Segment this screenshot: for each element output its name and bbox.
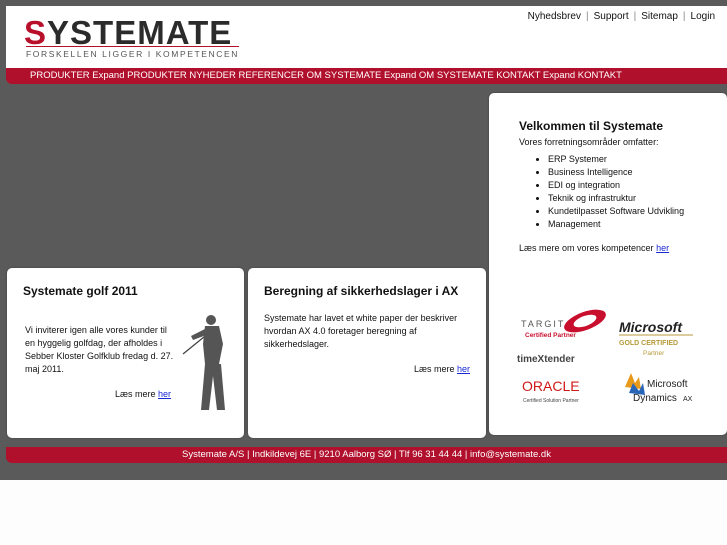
oracle-sub-text: Certified Solution Partner <box>523 398 579 404</box>
welcome-intro: Vores forretningsområder omfatter: <box>519 137 659 147</box>
list-item: Teknik og infrastruktur <box>548 192 684 205</box>
list-item: ERP Systemer <box>548 153 684 166</box>
calc-title: Beregning af sikkerhedslager i AX <box>264 284 459 298</box>
footer-bar: Systemate A/S | Indkildevej 6E | 9210 Aa… <box>6 447 727 463</box>
golf-read-more-link[interactable]: her <box>158 389 171 399</box>
competences-more: Læs mere om vores kompetencer her <box>519 243 669 253</box>
login-link[interactable]: Login <box>691 11 715 22</box>
list-item: Business Intelligence <box>548 166 684 179</box>
safety-stock-panel: Beregning af sikkerhedslager i AX System… <box>248 268 486 438</box>
more-text: Læs mere <box>414 364 458 374</box>
more-text: Læs mere om vores kompetencer <box>519 243 657 253</box>
calc-read-more-link[interactable]: her <box>457 364 470 374</box>
targit-text: TARGIT <box>521 319 565 329</box>
timextender-logo[interactable]: timeXtender <box>517 354 575 365</box>
targit-sub-text: Certified Partner <box>525 332 576 339</box>
oracle-logo[interactable]: ORACLE Certified Solution Partner <box>522 378 580 404</box>
welcome-title: Velkommen til Systemate <box>519 119 664 133</box>
top-links: Nyhedsbrev | Support | Sitemap | Login <box>527 11 715 22</box>
calc-body: Systemate har lavet et white paper der b… <box>264 313 458 349</box>
more-text: Læs mere <box>115 389 159 399</box>
dynamics-ms-text: Microsoft <box>647 379 688 390</box>
calc-more: Læs mere her <box>414 364 470 374</box>
sitemap-link[interactable]: Sitemap <box>641 11 678 22</box>
nav-menu-text[interactable]: PRODUKTER Expand PRODUKTER NYHEDER REFER… <box>30 70 622 81</box>
targit-logo[interactable]: TARGIT Certified Partner <box>521 305 609 339</box>
support-link[interactable]: Support <box>594 11 629 22</box>
header: SYSTEMATE FORSKELLEN LIGGER I KOMPETENCE… <box>6 6 727 68</box>
golf-title: Systemate golf 2011 <box>23 284 138 298</box>
list-item: Kundetilpasset Software Udvikling <box>548 205 684 218</box>
business-areas-list: ERP Systemer Business Intelligence EDI o… <box>532 153 684 231</box>
footer-contact-text: Systemate A/S | Indkildevej 6E | 9210 Aa… <box>182 449 551 460</box>
list-item: Management <box>548 218 684 231</box>
welcome-panel: Velkommen til Systemate Vores forretning… <box>489 93 727 435</box>
logo-tagline: FORSKELLEN LIGGER I KOMPETENCEN <box>26 46 240 59</box>
dynamics-ax-text: AX <box>683 396 693 403</box>
golf-body: Vi inviterer igen alle vores kunder til … <box>25 325 174 374</box>
main-navigation: PRODUKTER Expand PRODUKTER NYHEDER REFER… <box>6 68 727 84</box>
partner-logos-graphic: TARGIT Certified Partner Microsoft GOLD … <box>517 305 693 404</box>
list-item: EDI og integration <box>548 179 684 192</box>
golf-more: Læs mere her <box>115 389 171 399</box>
competences-link[interactable]: her <box>656 243 669 253</box>
newsletter-link[interactable]: Nyhedsbrev <box>528 11 581 22</box>
oracle-text: ORACLE <box>522 378 580 394</box>
golfer-silhouette <box>182 315 225 410</box>
dynamics-text: Dynamics <box>633 393 677 404</box>
dynamics-ax-logo[interactable]: Microsoft Dynamics AX <box>625 373 693 404</box>
microsoft-text: Microsoft <box>619 319 683 335</box>
microsoft-gold-logo[interactable]: Microsoft GOLD CERTIFIED Partner <box>619 319 693 357</box>
ms-gold-text: GOLD CERTIFIED <box>619 340 678 347</box>
partner-logos: TARGIT Certified Partner Microsoft GOLD … <box>489 303 727 413</box>
golf-news-panel: Systemate golf 2011 Vi inviterer igen al… <box>7 268 244 438</box>
timextender-text: timeXtender <box>517 354 575 365</box>
ms-partner-text: Partner <box>643 350 665 357</box>
